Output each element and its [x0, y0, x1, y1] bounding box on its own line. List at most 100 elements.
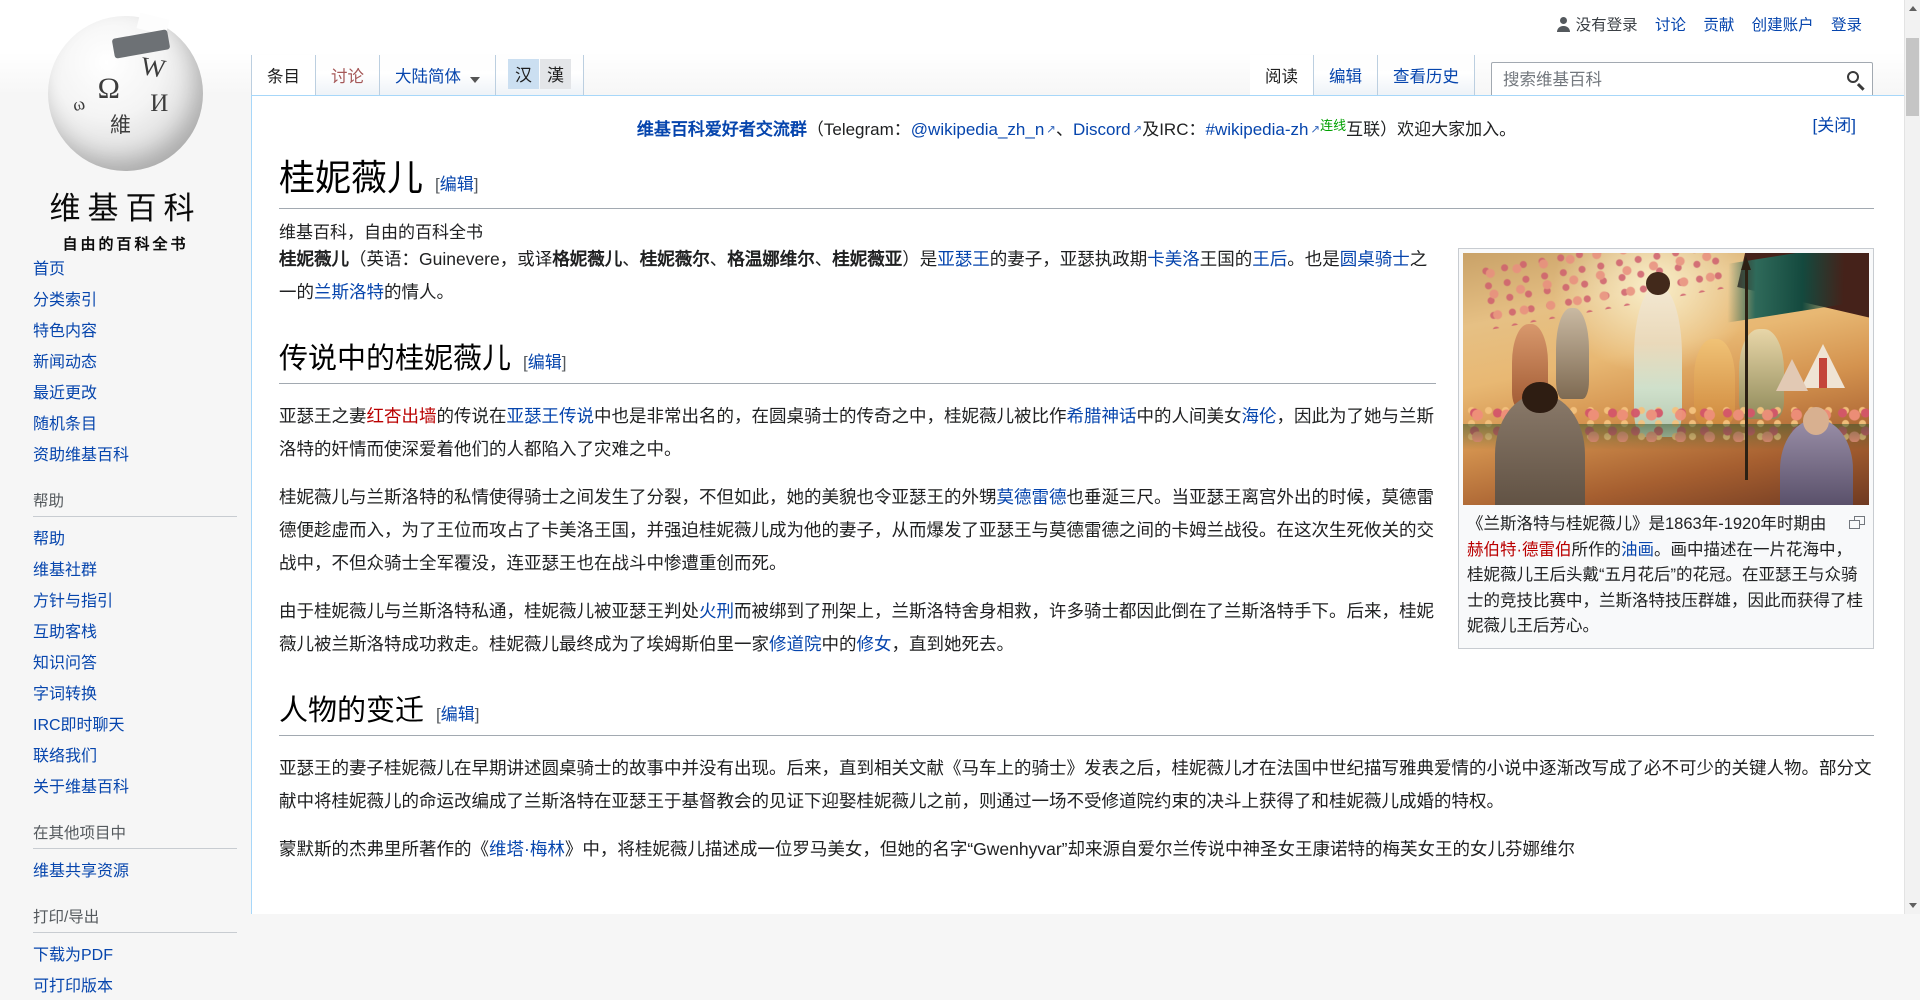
- vertical-scrollbar[interactable]: [1904, 0, 1920, 914]
- edit-link[interactable]: 编辑: [441, 705, 475, 724]
- sidebar-item-about-wikipedia[interactable]: 关于维基百科: [0, 770, 251, 801]
- article-image[interactable]: [1463, 253, 1869, 505]
- text-link[interactable]: 维塔·梅林: [489, 839, 565, 859]
- text-run: 中的: [822, 634, 857, 654]
- sidebar-item-policies[interactable]: 方针与指引: [0, 584, 251, 615]
- section-heading-evolution: 人物的变迁[编辑]: [279, 687, 1874, 736]
- text-run: 及IRC：: [1142, 120, 1205, 139]
- sidebar-item-category-index[interactable]: 分类索引: [0, 283, 251, 314]
- sidebar-item-help[interactable]: 帮助: [0, 522, 251, 553]
- text-link[interactable]: 兰斯洛特: [314, 282, 384, 302]
- logo-wordmark: 维基百科: [0, 183, 251, 228]
- sidebar-item-irc-chat[interactable]: IRC即时聊天: [0, 708, 251, 739]
- text-link[interactable]: 希腊神话: [1067, 406, 1137, 426]
- sidebar-item-village-pump[interactable]: 互助客栈: [0, 615, 251, 646]
- page-title: 桂妮薇儿[编辑]: [279, 149, 1874, 209]
- tab-variant-dropdown[interactable]: 大陆简体: [380, 55, 496, 96]
- text-link[interactable]: 海伦: [1242, 406, 1277, 426]
- painting-spear: [1745, 268, 1748, 480]
- text-link[interactable]: 修道院: [769, 634, 822, 654]
- bracket: ]: [562, 353, 567, 372]
- personal-bar: 没有登录 讨论 贡献 创建账户 登录: [1556, 13, 1862, 35]
- personal-login[interactable]: 登录: [1831, 17, 1862, 34]
- text-link[interactable]: 亚瑟王: [937, 249, 990, 269]
- text-link[interactable]: 修女: [857, 634, 892, 654]
- community-banner: 维基百科爱好者交流群（Telegram：@wikipedia_zh_n、Disc…: [279, 112, 1874, 140]
- scrollbar-down-arrow[interactable]: [1905, 897, 1920, 914]
- sidebar-header-help: 帮助: [0, 469, 251, 522]
- personal-talk[interactable]: 讨论: [1655, 17, 1686, 34]
- sidebar-item-printable-version[interactable]: 可打印版本: [0, 969, 251, 1000]
- sidebar-header-print-export: 打印/导出: [0, 885, 251, 938]
- sidebar: 首页 分类索引 特色内容 新闻动态 最近更改 随机条目 资助维基百科 帮助 帮助…: [0, 252, 251, 1000]
- text-run: （英语：Guinevere，或译: [349, 249, 552, 269]
- sidebar-item-featured-content[interactable]: 特色内容: [0, 314, 251, 345]
- sidebar-item-reference-desk[interactable]: 知识问答: [0, 646, 251, 677]
- section-heading-legend: 传说中的桂妮薇儿[编辑]: [279, 335, 1436, 384]
- article-content: 维基百科爱好者交流群（Telegram：@wikipedia_zh_n、Disc…: [251, 95, 1904, 914]
- variant-hans-button[interactable]: 汉: [508, 59, 539, 89]
- tab-variant-buttons: 汉 漢: [496, 55, 584, 96]
- sidebar-item-random-article[interactable]: 随机条目: [0, 407, 251, 438]
- painting-figure: [1495, 394, 1584, 505]
- tab-history[interactable]: 查看历史: [1378, 55, 1475, 96]
- sidebar-item-home[interactable]: 首页: [0, 252, 251, 283]
- text-link[interactable]: 卡美洛: [1147, 249, 1200, 269]
- sidebar-item-download-pdf[interactable]: 下载为PDF: [0, 938, 251, 969]
- variant-hant-button[interactable]: 漢: [540, 59, 571, 89]
- text-link[interactable]: 赫伯特·德雷伯: [1467, 541, 1572, 559]
- painting-tent: [1776, 359, 1808, 391]
- scrollbar-up-arrow[interactable]: [1905, 0, 1920, 17]
- banner-close-link[interactable]: [关闭]: [1813, 112, 1856, 140]
- tab-read[interactable]: 阅读: [1250, 55, 1314, 96]
- personal-create-account[interactable]: 创建账户: [1752, 17, 1814, 34]
- globe-glyph: И: [150, 90, 168, 118]
- sidebar-item-current-events[interactable]: 新闻动态: [0, 345, 251, 376]
- edit-link[interactable]: 编辑: [440, 175, 474, 194]
- text-run: 桂妮薇儿: [279, 249, 349, 269]
- text-link[interactable]: #wikipedia-zh: [1205, 120, 1320, 139]
- personal-contributions[interactable]: 贡献: [1703, 17, 1734, 34]
- text-link[interactable]: 圆桌骑士: [1340, 249, 1410, 269]
- search-icon[interactable]: [1847, 71, 1859, 83]
- text-link[interactable]: 油画: [1621, 541, 1654, 559]
- sidebar-header-other-projects: 在其他项目中: [0, 801, 251, 854]
- text-link[interactable]: 王后: [1252, 249, 1287, 269]
- wikipedia-logo[interactable]: Ω W И 維 ω 维基百科 自由的百科全书: [0, 0, 251, 254]
- sidebar-item-recent-changes[interactable]: 最近更改: [0, 376, 251, 407]
- expand-icon[interactable]: [1849, 516, 1865, 529]
- text-link[interactable]: @wikipedia_zh_n: [911, 120, 1056, 139]
- text-run: 中的人间美女: [1137, 406, 1242, 426]
- search-input[interactable]: [1491, 62, 1873, 99]
- text-link[interactable]: 维基百科爱好者交流群: [637, 120, 807, 139]
- sidebar-item-donate[interactable]: 资助维基百科: [0, 438, 251, 469]
- text-link[interactable]: 莫德雷德: [997, 487, 1067, 507]
- tab-talk[interactable]: 讨论: [316, 55, 380, 96]
- tab-edit[interactable]: 编辑: [1314, 55, 1378, 96]
- tab-article[interactable]: 条目: [251, 55, 316, 96]
- text-run: 所作的: [1572, 541, 1622, 559]
- text-link[interactable]: 火刑: [699, 601, 734, 621]
- sidebar-item-wikimedia-commons[interactable]: 维基共享资源: [0, 854, 251, 885]
- text-run: 互联）欢迎大家加入。: [1346, 120, 1516, 139]
- chevron-down-icon: [470, 77, 480, 83]
- paragraph: 蒙默斯的杰弗里所著作的《维塔·梅林》中，将桂妮薇儿描述成一位罗马美女，但她的名字…: [279, 833, 1874, 866]
- sidebar-item-community-portal[interactable]: 维基社群: [0, 553, 251, 584]
- text-link[interactable]: 红杏出墙: [367, 406, 437, 426]
- text-link[interactable]: 亚瑟王传说: [507, 406, 595, 426]
- page-tabs-left: 条目 讨论 大陆简体 汉 漢: [251, 55, 584, 96]
- scrollbar-thumb[interactable]: [1906, 38, 1919, 116]
- text-run: 。也是: [1287, 249, 1340, 269]
- text-run: 连线: [1320, 118, 1346, 133]
- text-link[interactable]: Discord: [1073, 120, 1142, 139]
- text-run: 桂妮薇亚: [832, 249, 902, 269]
- bracket: ]: [475, 705, 480, 724]
- page-title-text: 桂妮薇儿: [279, 158, 423, 198]
- edit-link[interactable]: 编辑: [528, 353, 562, 372]
- text-run: 、: [622, 249, 640, 269]
- text-run: 蒙默斯的杰弗里所著作的《: [279, 839, 489, 859]
- text-run: 格妮薇儿: [552, 249, 622, 269]
- sidebar-item-word-conversion[interactable]: 字词转换: [0, 677, 251, 708]
- text-run: 、: [710, 249, 728, 269]
- sidebar-item-contact-us[interactable]: 联络我们: [0, 739, 251, 770]
